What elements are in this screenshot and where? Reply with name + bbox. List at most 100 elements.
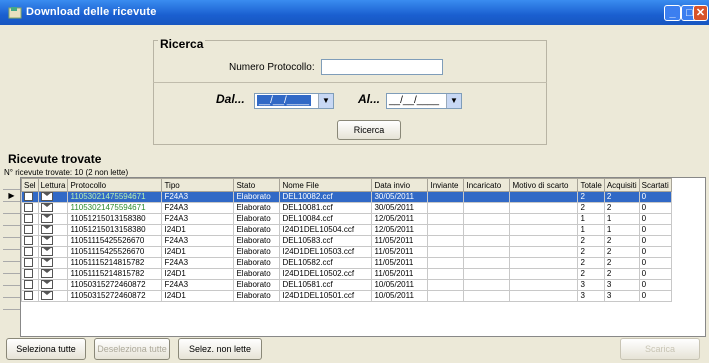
table-cell: Elaborato [233, 235, 281, 247]
select-checkbox[interactable] [24, 258, 33, 268]
column-header[interactable]: Acquisiti [603, 178, 640, 192]
table-cell: 2 [603, 257, 640, 269]
select-checkbox[interactable] [24, 247, 33, 257]
table-row[interactable]: 11053021475594671 F24A3 Elaborato DEL10081.… [21, 202, 672, 214]
chevron-down-icon[interactable]: ▼ [318, 94, 333, 108]
to-date-value: __/__/____ [389, 95, 440, 106]
table-row[interactable]: 11050315272460872 F24A3 Elaborato DEL10581.… [21, 279, 672, 291]
select-all-button[interactable]: Seleziona tutte [6, 338, 86, 360]
column-header[interactable]: Tipo [161, 178, 235, 192]
table-cell: 11/05/2011 [371, 235, 429, 247]
table-cell: DEL10081.ccf [279, 202, 373, 214]
table-cell: 11050315272460872 [67, 290, 163, 302]
table-cell: 3 [577, 290, 605, 302]
table-cell: 1 [603, 213, 640, 225]
protocol-label: Numero Protocollo: [229, 62, 315, 73]
select-checkbox-cell[interactable] [21, 290, 39, 302]
table-cell: I24D1 [161, 290, 235, 302]
open-envelope-icon [40, 291, 53, 301]
table-row[interactable]: 11051115425526670 F24A3 Elaborato DEL10583.… [21, 235, 672, 247]
app-window: Download delle ricevute _ □ ✕ Ricerca Nu… [0, 0, 709, 363]
table-cell: 11051115214815782 [67, 257, 163, 269]
table-row[interactable]: 11051215013158380 F24A3 Elaborato DEL10084.… [21, 213, 672, 225]
select-checkbox[interactable] [24, 203, 33, 213]
column-header[interactable]: Scartati [638, 178, 672, 192]
open-envelope-icon [40, 247, 53, 257]
column-header[interactable]: Totale [577, 178, 605, 192]
table-row[interactable]: 11051115425526670 I24D1 Elaborato I24D1DEL1… [21, 246, 672, 258]
table-cell: 0 [638, 224, 672, 236]
select-checkbox-cell[interactable] [21, 235, 39, 247]
table-cell [509, 290, 579, 302]
from-date-picker[interactable]: __/__/____ ▼ [254, 93, 334, 109]
table-cell [463, 268, 511, 280]
select-checkbox[interactable] [24, 291, 33, 301]
table-cell [427, 290, 465, 302]
table-cell: 0 [638, 246, 672, 258]
column-header[interactable]: Nome File [279, 178, 373, 192]
open-envelope-icon [40, 280, 53, 290]
select-checkbox[interactable] [24, 280, 33, 290]
table-cell: Elaborato [233, 202, 281, 214]
select-checkbox-cell[interactable] [21, 279, 39, 291]
select-checkbox[interactable] [24, 214, 33, 224]
read-status-cell [37, 224, 69, 236]
column-header[interactable]: Lettura [37, 178, 69, 192]
column-header[interactable]: Protocollo [67, 178, 163, 192]
table-cell [427, 191, 465, 203]
results-table[interactable]: Sel Lettura Protocollo Tipo Stato Nome File Da… [20, 177, 706, 337]
protocol-input[interactable] [321, 59, 443, 75]
envelope-icon [40, 192, 53, 202]
table-cell: 30/05/2011 [371, 202, 429, 214]
select-checkbox-cell[interactable] [21, 191, 39, 203]
table-row[interactable]: 11051215013158380 I24D1 Elaborato I24D1DEL1… [21, 224, 672, 236]
select-checkbox-cell[interactable] [21, 213, 39, 225]
chevron-down-icon[interactable]: ▼ [446, 94, 461, 108]
table-row[interactable]: 11051115214815782 F24A3 Elaborato DEL10582.… [21, 257, 672, 269]
table-cell [509, 191, 579, 203]
table-cell [463, 224, 511, 236]
search-divider [153, 82, 547, 83]
to-date-picker[interactable]: __/__/____ ▼ [386, 93, 462, 109]
minimize-button[interactable]: _ [664, 5, 681, 21]
select-checkbox-cell[interactable] [21, 257, 39, 269]
select-unread-button[interactable]: Selez. non lette [178, 338, 262, 360]
table-cell [427, 257, 465, 269]
table-cell: DEL10581.ccf [279, 279, 373, 291]
select-checkbox[interactable] [24, 236, 33, 246]
open-envelope-icon [40, 258, 53, 268]
column-header[interactable]: Data invio [371, 178, 429, 192]
table-cell: 11/05/2011 [371, 246, 429, 258]
table-cell: 2 [577, 235, 605, 247]
select-checkbox-cell[interactable] [21, 268, 39, 280]
column-header[interactable]: Motivo di scarto [509, 178, 579, 192]
download-button[interactable]: Scarica [620, 338, 700, 360]
table-cell: I24D1 [161, 246, 235, 258]
table-cell [427, 235, 465, 247]
select-checkbox[interactable] [24, 192, 33, 202]
table-cell: 2 [577, 268, 605, 280]
close-button[interactable]: ✕ [693, 5, 708, 21]
select-checkbox-cell[interactable] [21, 202, 39, 214]
table-cell: Elaborato [233, 268, 281, 280]
table-cell [463, 202, 511, 214]
select-checkbox[interactable] [24, 225, 33, 235]
column-header[interactable]: Incaricato [463, 178, 511, 192]
column-header[interactable]: Sel [21, 178, 39, 192]
select-checkbox-cell[interactable] [21, 246, 39, 258]
column-header[interactable]: Inviante [427, 178, 465, 192]
table-row[interactable]: 11053021475594671 F24A3 Elaborato DEL10082.… [21, 191, 672, 203]
column-header[interactable]: Stato [233, 178, 281, 192]
table-cell [427, 213, 465, 225]
table-row[interactable]: 11050315272460872 I24D1 Elaborato I24D1DEL1… [21, 290, 672, 302]
deselect-all-button[interactable]: Deseleziona tutte [94, 338, 170, 360]
table-cell: 11051115214815782 [67, 268, 163, 280]
table-row[interactable]: 11051115214815782 I24D1 Elaborato I24D1DEL1… [21, 268, 672, 280]
table-cell [427, 279, 465, 291]
search-button[interactable]: Ricerca [337, 120, 401, 140]
select-checkbox[interactable] [24, 269, 33, 279]
row-indicator-column: ▶ [3, 178, 20, 310]
select-checkbox-cell[interactable] [21, 224, 39, 236]
table-cell: F24A3 [161, 279, 235, 291]
table-cell: 1 [577, 213, 605, 225]
